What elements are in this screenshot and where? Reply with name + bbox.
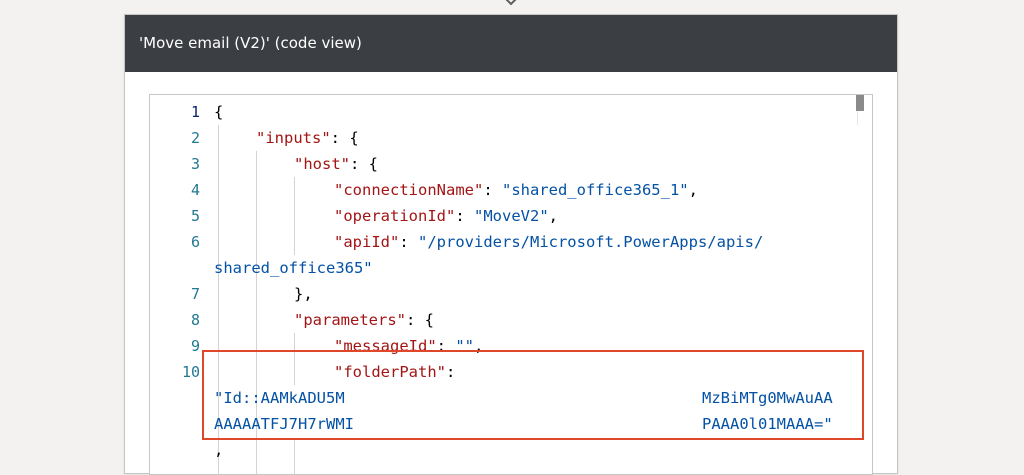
line-number: 1 (190, 103, 200, 121)
card-header: 'Move email (V2)' (code view) (125, 15, 897, 72)
folder-path-highlight-box (202, 350, 864, 440)
line-number-gutter: 1 2 3 4 5 6 7 8 9 10 (150, 95, 204, 474)
line-number: 2 (190, 129, 200, 147)
code-line-2: "inputs": { (256, 129, 359, 147)
code-line-3: "host": { (294, 155, 378, 173)
code-line-1: { (214, 103, 224, 121)
line-number: 9 (190, 337, 200, 355)
line-number: 6 (190, 233, 200, 251)
indent-guide (294, 177, 295, 255)
line-number: 5 (190, 207, 200, 225)
code-line-4: "connectionName": "shared_office365_1", (334, 181, 698, 199)
card-title: 'Move email (V2)' (code view) (139, 34, 362, 52)
line-number: 4 (190, 181, 200, 199)
line-number: 10 (181, 363, 200, 381)
code-line-7: }, (294, 285, 313, 303)
flow-connector-arrow-icon (505, 0, 517, 6)
code-line-6-wrap: shared_office365" (214, 259, 373, 277)
line-number: 8 (190, 311, 200, 329)
indent-guide (294, 438, 295, 474)
code-line-8: "parameters": { (294, 311, 434, 329)
line-number: 3 (190, 155, 200, 173)
scrollbar-thumb[interactable] (856, 95, 864, 111)
code-line-6: "apiId": "/providers/Microsoft.PowerApps… (334, 233, 764, 251)
code-line-5: "operationId": "MoveV2", (334, 207, 558, 225)
line-number: 7 (190, 285, 200, 303)
code-line-11: , (214, 441, 224, 459)
